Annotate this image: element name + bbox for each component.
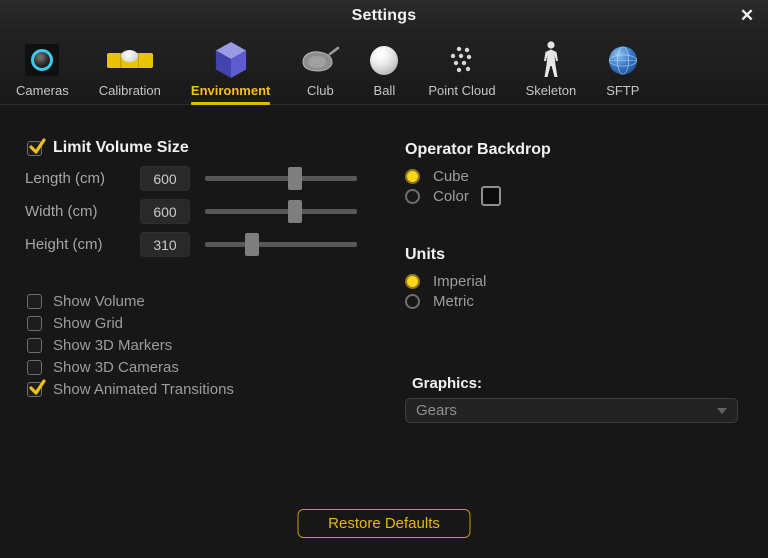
tab-calibration[interactable]: Calibration: [99, 40, 161, 98]
show-animated-transitions-checkbox[interactable]: [27, 378, 46, 397]
show-3d-markers-row: Show 3D Markers: [27, 334, 380, 356]
length-slider[interactable]: [205, 166, 357, 190]
tab-label: Skeleton: [525, 83, 577, 98]
limit-volume-size-row: Limit Volume Size: [27, 137, 380, 158]
graphics-dropdown[interactable]: Gears: [405, 398, 738, 423]
metric-radio-label: Metric: [433, 292, 474, 310]
show-3d-cameras-label: Show 3D Cameras: [53, 358, 179, 376]
environment-right-panel: Operator Backdrop Cube Color Units Imper…: [405, 140, 750, 423]
point-cloud-icon: [445, 40, 479, 80]
show-volume-label: Show Volume: [53, 292, 145, 310]
settings-tab-bar: Cameras Calibration Environment Club Bal…: [0, 32, 768, 105]
color-radio[interactable]: [405, 188, 420, 204]
metric-option[interactable]: Metric: [405, 291, 750, 311]
height-input[interactable]: 310: [140, 231, 190, 257]
limit-volume-size-checkbox[interactable]: [27, 137, 46, 156]
tab-label: Environment: [190, 83, 271, 98]
chevron-down-icon: [717, 407, 727, 414]
metric-radio[interactable]: [405, 293, 420, 309]
camera-lens-icon: [25, 40, 60, 80]
tab-label: SFTP: [606, 83, 640, 98]
show-options-list: Show Volume Show Grid Show 3D Markers Sh…: [25, 290, 380, 400]
cube-radio-label: Cube: [433, 167, 469, 185]
height-slider[interactable]: [205, 232, 357, 256]
show-volume-checkbox[interactable]: [27, 293, 42, 309]
imperial-radio-label: Imperial: [433, 272, 487, 290]
operator-backdrop-heading: Operator Backdrop: [405, 141, 551, 158]
width-label: Width (cm): [25, 202, 98, 220]
backdrop-color-option[interactable]: Color: [405, 186, 750, 206]
show-3d-markers-checkbox[interactable]: [27, 337, 42, 353]
show-animated-transitions-row: Show Animated Transitions: [27, 378, 380, 400]
show-3d-cameras-checkbox[interactable]: [27, 359, 42, 375]
width-slider-thumb[interactable]: [287, 199, 302, 223]
tab-ball[interactable]: Ball: [370, 40, 399, 98]
tab-point-cloud[interactable]: Point Cloud: [428, 40, 496, 98]
color-radio-label: Color: [433, 187, 469, 205]
environment-left-panel: Limit Volume Size Length (cm) 600 Width …: [25, 137, 380, 400]
imperial-option[interactable]: Imperial: [405, 271, 750, 291]
tab-label: Point Cloud: [428, 83, 496, 98]
operator-backdrop-options: Cube Color: [405, 166, 750, 206]
tab-skeleton[interactable]: Skeleton: [525, 40, 577, 98]
backdrop-cube-option[interactable]: Cube: [405, 166, 750, 186]
length-slider-thumb[interactable]: [287, 166, 302, 190]
golf-ball-icon: [370, 40, 399, 80]
height-label: Height (cm): [25, 235, 103, 253]
show-3d-markers-label: Show 3D Markers: [53, 336, 173, 354]
show-grid-row: Show Grid: [27, 312, 380, 334]
length-label: Length (cm): [25, 169, 106, 187]
limit-volume-size-label: Limit Volume Size: [53, 139, 189, 156]
tab-sftp[interactable]: SFTP: [606, 40, 639, 98]
show-grid-label: Show Grid: [53, 314, 124, 332]
width-row: Width (cm) 600: [25, 198, 380, 224]
tab-club[interactable]: Club: [300, 40, 340, 98]
units-block: Units Imperial Metric: [405, 245, 750, 311]
graphics-label: Graphics:: [412, 375, 483, 392]
graphics-dropdown-value: Gears: [416, 402, 457, 419]
close-icon[interactable]: ✕: [734, 3, 760, 29]
units-heading: Units: [405, 246, 445, 263]
skeleton-icon: [540, 40, 562, 80]
golf-club-icon: [300, 40, 340, 80]
show-volume-row: Show Volume: [27, 290, 380, 312]
units-options: Imperial Metric: [405, 271, 750, 311]
height-slider-thumb[interactable]: [245, 232, 260, 256]
height-row: Height (cm) 310: [25, 231, 380, 257]
length-input[interactable]: 600: [140, 165, 190, 191]
globe-icon: [608, 40, 638, 80]
tab-label: Ball: [373, 83, 396, 98]
length-row: Length (cm) 600: [25, 165, 380, 191]
settings-dialog: Settings ✕ Cameras Calibration Environme…: [0, 0, 768, 558]
tab-label: Calibration: [98, 83, 161, 98]
show-grid-checkbox[interactable]: [27, 315, 42, 331]
width-slider[interactable]: [205, 199, 357, 223]
tab-label: Cameras: [16, 83, 69, 98]
width-input[interactable]: 600: [140, 198, 190, 224]
cube-3d-icon: [214, 40, 248, 80]
tab-label: Club: [307, 83, 334, 98]
imperial-radio[interactable]: [405, 273, 420, 289]
restore-defaults-button[interactable]: Restore Defaults: [297, 509, 471, 538]
titlebar: Settings ✕: [0, 0, 768, 32]
tab-environment[interactable]: Environment: [191, 40, 270, 105]
spirit-level-icon: [106, 40, 153, 80]
tab-cameras[interactable]: Cameras: [16, 40, 69, 98]
color-swatch[interactable]: [480, 186, 501, 206]
show-animated-transitions-label: Show Animated Transitions: [53, 380, 234, 398]
show-3d-cameras-row: Show 3D Cameras: [27, 356, 380, 378]
dialog-title: Settings: [351, 7, 417, 24]
cube-radio[interactable]: [405, 168, 420, 184]
